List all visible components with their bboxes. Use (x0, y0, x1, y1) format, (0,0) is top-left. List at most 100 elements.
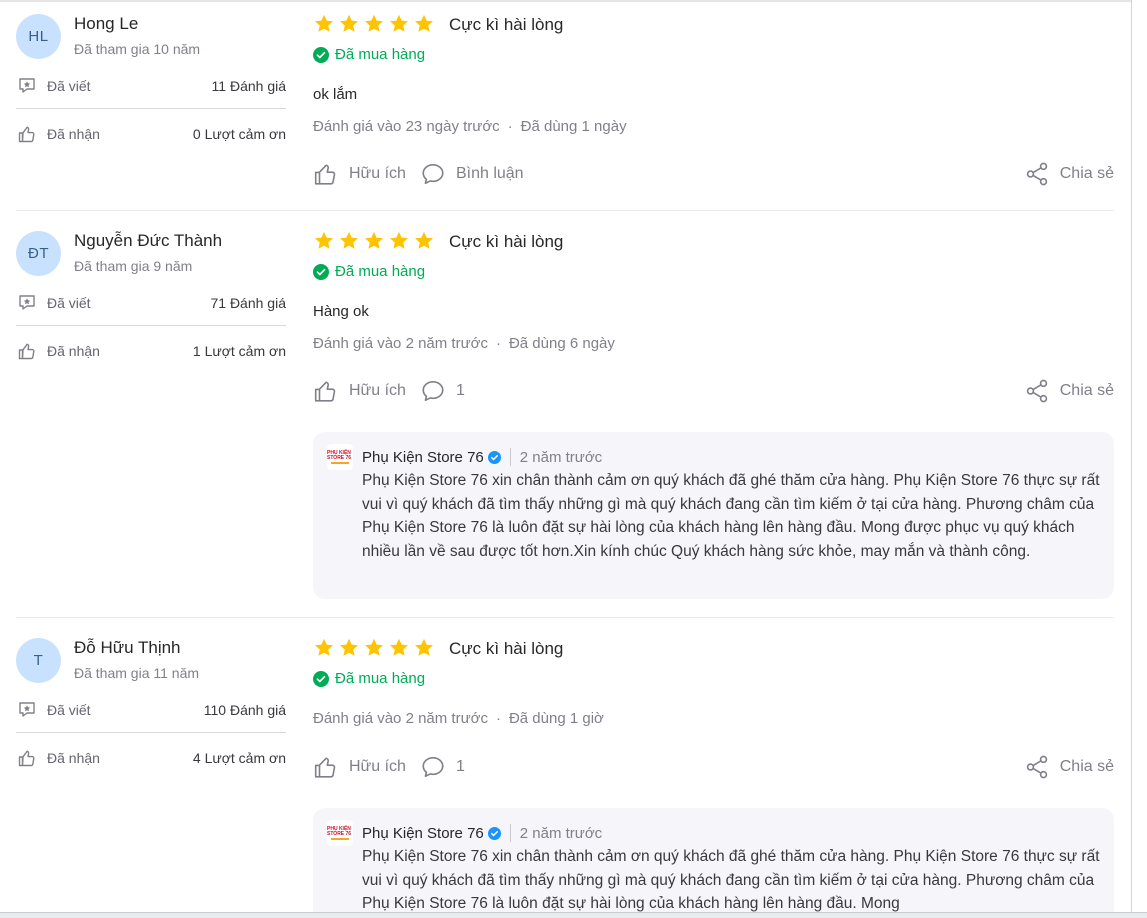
share-label: Chia sẻ (1059, 382, 1114, 399)
reply-time: 2 năm trước (519, 448, 603, 466)
helpful-button[interactable]: Hữu ích (313, 161, 406, 187)
header-divider (509, 448, 511, 466)
stat-written-value: 11 Đánh giá (211, 78, 286, 94)
review-title: Cực kì hài lòng (449, 15, 564, 34)
star-icon (415, 231, 433, 249)
comment-button[interactable]: 1 (420, 378, 465, 404)
review-meta: Đánh giá vào 2 năm trước · Đã dùng 6 ngà… (313, 335, 615, 352)
helpful-button[interactable]: Hữu ích (313, 378, 406, 404)
review-date: Đánh giá vào 2 năm trước (313, 710, 488, 727)
stat-received-label: Đã nhận (47, 343, 100, 359)
comment-button[interactable]: Bình luận (420, 161, 524, 187)
stat-received-label: Đã nhận (47, 126, 100, 142)
usage-duration: Đã dùng 1 giờ (508, 710, 604, 727)
bought-label: Đã mua hàng (335, 670, 426, 687)
comment-count: 1 (455, 382, 465, 399)
stat-written: Đã viết 71 Đánh giá (16, 291, 286, 315)
top-border (0, 0, 1132, 2)
star-icon (365, 638, 383, 656)
comment-count: 1 (455, 758, 465, 775)
star-icon (315, 231, 333, 249)
stat-written-value: 71 Đánh giá (210, 295, 286, 311)
review-content: ok lắm (313, 86, 358, 103)
share-icon (1026, 162, 1047, 186)
thumbs-up-icon (314, 164, 336, 185)
review-title: Cực kì hài lòng (449, 639, 564, 658)
reply-time: 2 năm trước (519, 824, 603, 842)
reviewer-name: Hong Le (74, 14, 139, 33)
bought-label: Đã mua hàng (335, 263, 426, 280)
thumbs-up-icon (16, 747, 38, 769)
share-button[interactable]: Chia sẻ (1024, 754, 1114, 780)
stat-written-label: Đã viết (47, 702, 91, 718)
thumbs-up-icon (314, 381, 336, 402)
avatar: HL (16, 14, 61, 59)
star-icon (390, 638, 408, 656)
bottom-scrollbar[interactable] (0, 912, 1147, 918)
star-icon (315, 638, 333, 656)
comment-icon (422, 163, 444, 185)
stat-received-value: 0 Lượt cảm ơn (192, 126, 286, 142)
avatar: ĐT (16, 231, 61, 276)
share-button[interactable]: Chia sẻ (1024, 378, 1114, 404)
bought-badge: Đã mua hàng (313, 263, 425, 280)
reply-text: Phụ Kiện Store 76 xin chân thành cảm ơn … (362, 848, 1100, 912)
seller-reply-header: PHỤ KIỆN STORE 76 Phụ Kiện Store 76 2 nă… (327, 820, 602, 846)
star-icon (390, 231, 408, 249)
avatar: T (16, 638, 61, 683)
review-actions: Hữu ích Bình luận Chia sẻ (313, 159, 1114, 189)
review-meta: Đánh giá vào 2 năm trước · Đã dùng 1 giờ (313, 710, 604, 727)
separator-dot: · (495, 335, 501, 352)
comment-button[interactable]: 1 (420, 754, 465, 780)
stat-received-value: 1 Lượt cảm ơn (192, 343, 286, 359)
verified-icon (487, 826, 501, 840)
seller-logo-text: PHỤ KIỆN STORE 76 (327, 449, 352, 461)
reviewer-name: Đỗ Hữu Thịnh (74, 638, 181, 657)
reviewer-name: Nguyễn Đức Thành (74, 231, 223, 250)
review-divider (16, 617, 1114, 618)
comment-icon (422, 756, 444, 778)
star-icon (365, 14, 383, 32)
seller-reply-header: PHỤ KIỆN STORE 76 Phụ Kiện Store 76 2 nă… (327, 444, 602, 470)
stat-received: Đã nhận 0 Lượt cảm ơn (16, 122, 286, 146)
thumbs-up-icon (16, 123, 38, 145)
review-date: Đánh giá vào 23 ngày trước (313, 118, 500, 135)
verified-icon (487, 450, 501, 464)
bought-badge: Đã mua hàng (313, 670, 425, 687)
stat-divider (16, 108, 286, 109)
stat-written: Đã viết 11 Đánh giá (16, 74, 286, 98)
usage-duration: Đã dùng 6 ngày (508, 335, 615, 352)
thumbs-up-icon (16, 340, 38, 362)
separator-dot: · (495, 710, 501, 727)
star-icon (340, 638, 358, 656)
review-title: Cực kì hài lòng (449, 232, 564, 251)
check-circle-icon (313, 46, 329, 63)
joined-duration: Đã tham gia 9 năm (74, 258, 193, 274)
review-content: Hàng ok (313, 303, 369, 320)
stat-received: Đã nhận 1 Lượt cảm ơn (16, 339, 286, 363)
share-button[interactable]: Chia sẻ (1024, 161, 1114, 187)
helpful-button[interactable]: Hữu ích (313, 754, 406, 780)
star-icon (315, 14, 333, 32)
star-icon (415, 638, 433, 656)
share-icon (1026, 755, 1047, 779)
scrollbar-track[interactable] (1131, 0, 1132, 918)
star-rating (313, 13, 435, 35)
seller-logo: PHỤ KIỆN STORE 76 (327, 444, 353, 470)
review-date: Đánh giá vào 2 năm trước (313, 335, 488, 352)
seller-name: Phụ Kiện Store 76 (362, 824, 484, 842)
stat-written-label: Đã viết (47, 78, 91, 94)
check-circle-icon (313, 670, 329, 687)
review-divider (16, 210, 1114, 211)
joined-duration: Đã tham gia 10 năm (74, 41, 201, 57)
review-actions: Hữu ích 1 Chia sẻ (313, 376, 1114, 406)
comment-label: Bình luận (455, 165, 524, 182)
stat-received: Đã nhận 4 Lượt cảm ơn (16, 746, 286, 770)
review-written-icon (16, 699, 38, 721)
star-icon (340, 231, 358, 249)
star-rating (313, 637, 435, 659)
separator-dot: · (507, 118, 513, 135)
review-actions: Hữu ích 1 Chia sẻ (313, 752, 1114, 782)
helpful-label: Hữu ích (349, 382, 406, 399)
review-written-icon (16, 75, 38, 97)
